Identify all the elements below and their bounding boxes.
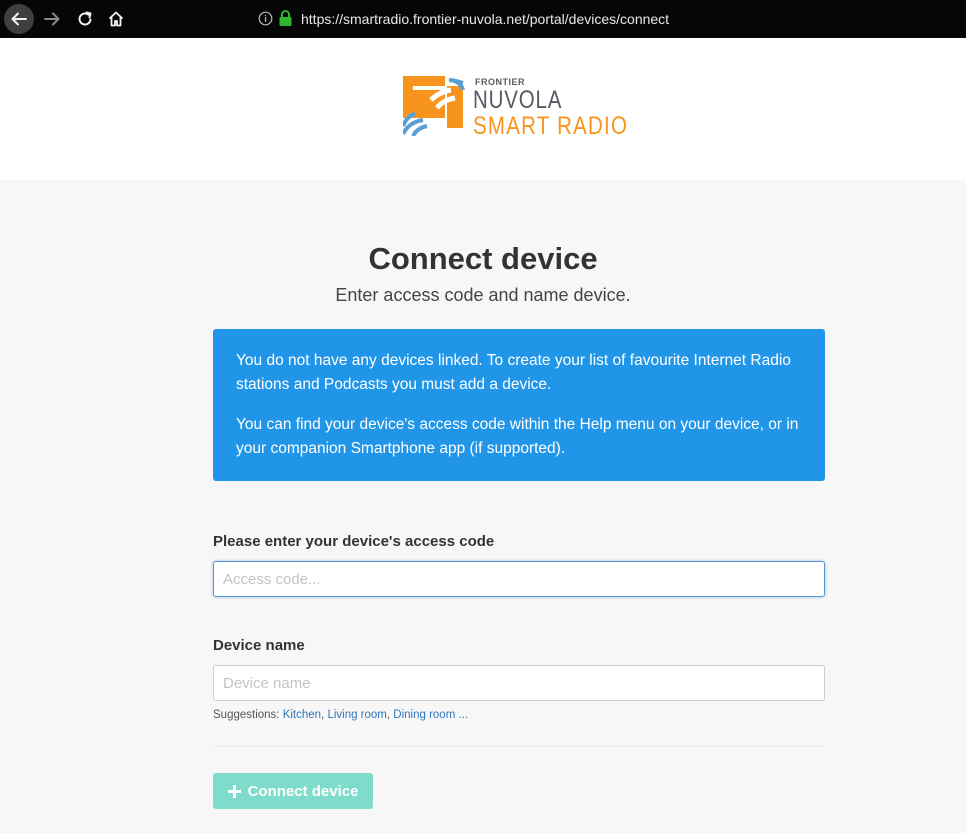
- device-name-label: Device name: [213, 637, 305, 654]
- site-header: FRONTIER NUVOLA SMART RADIO: [0, 38, 966, 180]
- suggestion-living-room[interactable]: Living room: [327, 709, 386, 721]
- address-bar-url[interactable]: https://smartradio.frontier-nuvola.net/p…: [301, 10, 669, 28]
- reload-button[interactable]: [70, 4, 100, 34]
- connect-device-label: Connect device: [247, 782, 359, 800]
- access-code-input[interactable]: [213, 561, 825, 597]
- back-button[interactable]: [4, 4, 34, 34]
- suggestion-dining-room[interactable]: Dining room ...: [393, 709, 468, 721]
- page-subtitle: Enter access code and name device.: [335, 285, 631, 305]
- suggestion-kitchen[interactable]: Kitchen: [283, 709, 321, 721]
- home-button[interactable]: [101, 4, 131, 34]
- home-icon: [108, 11, 124, 27]
- nuvola-logo: FRONTIER NUVOLA SMART RADIO: [403, 76, 643, 140]
- back-arrow-icon: [11, 12, 27, 26]
- logo-product-text: SMART RADIO: [473, 112, 629, 140]
- alert-paragraph-1: You do not have any devices linked. To c…: [236, 352, 791, 393]
- page-title: Connect device: [368, 241, 598, 276]
- alert-paragraph-2: You can find your device's access code w…: [236, 416, 799, 457]
- forward-arrow-icon: [44, 12, 60, 26]
- radio-waves-logo-icon: [403, 76, 465, 136]
- name-suggestions: Suggestions: Kitchen, Living room, Dinin…: [213, 709, 469, 721]
- lock-icon[interactable]: [278, 9, 293, 27]
- device-name-input[interactable]: [213, 665, 825, 701]
- no-devices-alert: You do not have any devices linked. To c…: [213, 329, 825, 481]
- suggestions-prefix: Suggestions:: [213, 709, 283, 721]
- browser-toolbar: https://smartradio.frontier-nuvola.net/p…: [0, 0, 966, 38]
- reload-icon: [78, 11, 92, 26]
- info-icon[interactable]: [258, 11, 273, 26]
- plus-icon: [227, 784, 241, 798]
- form-divider: [213, 746, 825, 747]
- forward-button[interactable]: [37, 4, 67, 34]
- connect-device-button[interactable]: Connect device: [213, 773, 373, 809]
- access-code-label: Please enter your device's access code: [213, 533, 495, 550]
- logo-name-text: NUVOLA: [473, 86, 563, 114]
